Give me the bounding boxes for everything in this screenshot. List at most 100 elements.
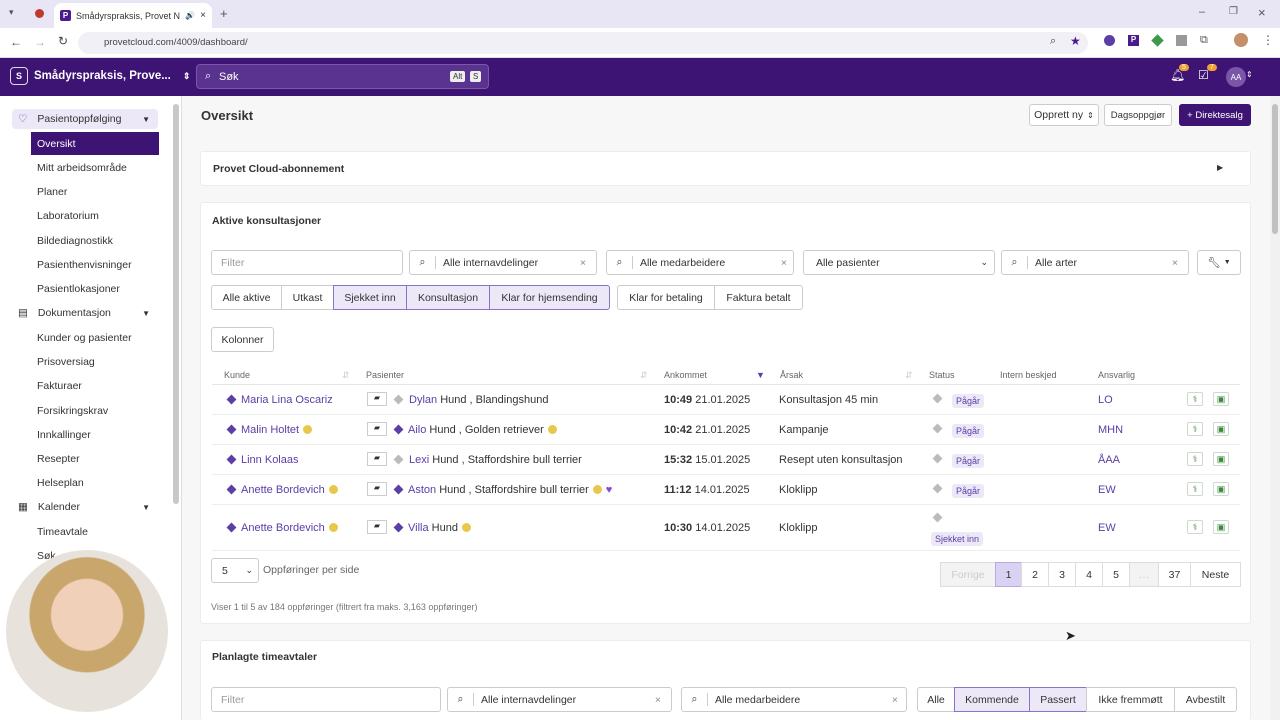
- clear-icon[interactable]: ×: [781, 257, 787, 269]
- client-cell[interactable]: Linn Kolaas: [226, 454, 299, 466]
- status-invoice-paid[interactable]: Faktura betalt: [714, 285, 803, 310]
- sidebar-item-mitt-arbeidsomrade[interactable]: Mitt arbeidsområde: [37, 162, 127, 174]
- sidebar-group-dokumentasjon[interactable]: ▤ Dokumentasjon ▼: [12, 303, 158, 323]
- sidebar-item-fakturaer[interactable]: Fakturaer: [37, 380, 82, 392]
- col-kunde[interactable]: Kunde: [224, 370, 250, 380]
- sidebar-item-prisoversiag[interactable]: Prisoversiag: [37, 356, 95, 368]
- stethoscope-icon[interactable]: ⚕: [1187, 482, 1203, 496]
- status-all-active[interactable]: Alle aktive: [211, 285, 282, 310]
- sidebar-group-kalender[interactable]: ▦ Kalender ▼: [12, 497, 158, 517]
- sidebar-item-planer[interactable]: Planer: [37, 186, 67, 198]
- sidebar-item-kunder[interactable]: Kunder og pasienter: [37, 332, 132, 344]
- stethoscope-icon[interactable]: ⚕: [1187, 392, 1203, 406]
- sort-icon[interactable]: ⇵: [342, 370, 350, 381]
- sidebar-item-timeavtale[interactable]: Timeavtale: [37, 526, 88, 538]
- client-cell[interactable]: Maria Lina Oscariz: [226, 394, 333, 406]
- direct-sale-button[interactable]: + Direktesalg: [1179, 104, 1251, 126]
- patient-link[interactable]: Aston: [408, 484, 436, 496]
- col-pasienter[interactable]: Pasienter: [366, 370, 404, 380]
- col-ankommet[interactable]: Ankommet: [664, 370, 707, 380]
- col-status[interactable]: Status: [929, 370, 955, 380]
- sort-icon[interactable]: ⇵: [905, 370, 913, 381]
- sidebar-item-innkallinger[interactable]: Innkallinger: [37, 429, 91, 441]
- pagination-page-1[interactable]: 1: [995, 562, 1022, 587]
- pagination-prev[interactable]: Forrige: [940, 562, 996, 587]
- pagination-page-37[interactable]: 37: [1158, 562, 1191, 587]
- sort-icon[interactable]: ⇵: [640, 370, 648, 381]
- profile-avatar[interactable]: [1234, 33, 1248, 47]
- caret-right-icon[interactable]: ▶: [1217, 163, 1223, 172]
- appointments-past[interactable]: Passert: [1029, 687, 1087, 712]
- pagination-page-2[interactable]: 2: [1021, 562, 1049, 587]
- clear-icon[interactable]: ×: [1172, 257, 1178, 269]
- filter-input[interactable]: Filter: [211, 250, 403, 275]
- sort-desc-icon[interactable]: ▼: [756, 370, 765, 380]
- sidebar-item-pasientlokasjoner[interactable]: Pasientlokasjoner: [37, 283, 120, 295]
- browser-tab[interactable]: P Smådyrspraksis, Provet No 🔊 ×: [54, 3, 212, 28]
- drive-icon[interactable]: [1151, 34, 1164, 47]
- global-search[interactable]: ⌕ Søk Alt S: [196, 64, 489, 89]
- columns-button[interactable]: Kolonner: [211, 327, 274, 352]
- extension-icon[interactable]: [1104, 35, 1115, 46]
- patient-link[interactable]: Lexi: [409, 454, 429, 466]
- client-link[interactable]: Linn Kolaas: [241, 454, 299, 466]
- sidebar-item-oversikt[interactable]: Oversikt: [31, 132, 159, 155]
- appointments-staff-select[interactable]: ⌕ Alle medarbeidere ×: [681, 687, 907, 712]
- tab-menu-icon[interactable]: ▾: [9, 7, 14, 18]
- record-icon[interactable]: ▰: [367, 452, 387, 466]
- close-tab-icon[interactable]: ×: [200, 10, 206, 21]
- tools-button[interactable]: 🔧︎ ▼: [1197, 250, 1241, 275]
- back-icon[interactable]: ←: [10, 35, 22, 49]
- appointments-all[interactable]: Alle: [917, 687, 955, 712]
- minimize-icon[interactable]: –: [1199, 6, 1205, 18]
- species-select[interactable]: ⌕ Alle arter ×: [1001, 250, 1189, 275]
- sidebar-item-bildediagnostikk[interactable]: Bildediagnostikk: [37, 235, 113, 247]
- cash-icon[interactable]: ▣: [1213, 392, 1229, 406]
- user-avatar[interactable]: AA: [1226, 67, 1246, 87]
- org-switcher[interactable]: S Smådyrspraksis, Prove... ⇕: [10, 67, 190, 85]
- sidebar-scrollbar[interactable]: [173, 104, 179, 504]
- status-ready-payment[interactable]: Klar for betaling: [617, 285, 715, 310]
- new-tab-icon[interactable]: +: [220, 6, 228, 21]
- sidebar-item-forsikringskrav[interactable]: Forsikringskrav: [37, 405, 108, 417]
- client-link[interactable]: Anette Bordevich: [241, 484, 325, 496]
- appointments-department-select[interactable]: ⌕ Alle internavdelinger ×: [447, 687, 672, 712]
- client-link[interactable]: Maria Lina Oscariz: [241, 394, 333, 406]
- cash-icon[interactable]: ▣: [1213, 452, 1229, 466]
- patient-link[interactable]: Dylan: [409, 394, 437, 406]
- appointments-upcoming[interactable]: Kommende: [954, 687, 1030, 712]
- stethoscope-icon[interactable]: ⚕: [1187, 520, 1203, 534]
- client-cell[interactable]: Malin Holtet: [226, 424, 313, 436]
- clear-icon[interactable]: ×: [580, 257, 586, 269]
- patient-link[interactable]: Villa: [408, 522, 429, 534]
- pagination-page-4[interactable]: 4: [1075, 562, 1103, 587]
- status-draft[interactable]: Utkast: [281, 285, 334, 310]
- provet-extension-icon[interactable]: P: [1128, 35, 1139, 46]
- pagination-next[interactable]: Neste: [1190, 562, 1241, 587]
- subscription-card[interactable]: Provet Cloud-abonnement ▶: [200, 151, 1251, 186]
- patients-select[interactable]: Alle pasienter ⌄: [803, 250, 995, 275]
- patient-link[interactable]: Ailo: [408, 424, 426, 436]
- url-bar[interactable]: provetcloud.com/4009/dashboard/: [78, 32, 1088, 54]
- client-link[interactable]: Anette Bordevich: [241, 522, 325, 534]
- department-select[interactable]: ⌕ Alle internavdelinger ×: [409, 250, 597, 275]
- appointments-no-show[interactable]: Ikke fremmøtt: [1086, 687, 1175, 712]
- status-checked-in[interactable]: Sjekket inn: [333, 285, 407, 310]
- zoom-icon[interactable]: ⌕: [1050, 35, 1056, 48]
- appointments-filter-input[interactable]: Filter: [211, 687, 441, 712]
- col-arsak[interactable]: Årsak: [780, 370, 803, 380]
- maximize-icon[interactable]: ❐: [1229, 6, 1238, 17]
- record-icon[interactable]: ▰: [367, 482, 387, 496]
- cash-icon[interactable]: ▣: [1213, 482, 1229, 496]
- daily-settlement-button[interactable]: Dagsoppgjør: [1104, 104, 1172, 126]
- cash-icon[interactable]: ▣: [1213, 520, 1229, 534]
- clear-icon[interactable]: ×: [892, 694, 898, 706]
- sidebar-item-helseplan[interactable]: Helseplan: [37, 477, 84, 489]
- stethoscope-icon[interactable]: ⚕: [1187, 422, 1203, 436]
- tasks-icon[interactable]: ☑: [1198, 68, 1209, 82]
- sidebar-item-laboratorium[interactable]: Laboratorium: [37, 210, 99, 222]
- clear-icon[interactable]: ×: [655, 694, 661, 706]
- col-ansvarlig[interactable]: Ansvarlig: [1098, 370, 1135, 380]
- reload-icon[interactable]: ↻: [58, 34, 68, 48]
- status-consultation[interactable]: Konsultasjon: [406, 285, 490, 310]
